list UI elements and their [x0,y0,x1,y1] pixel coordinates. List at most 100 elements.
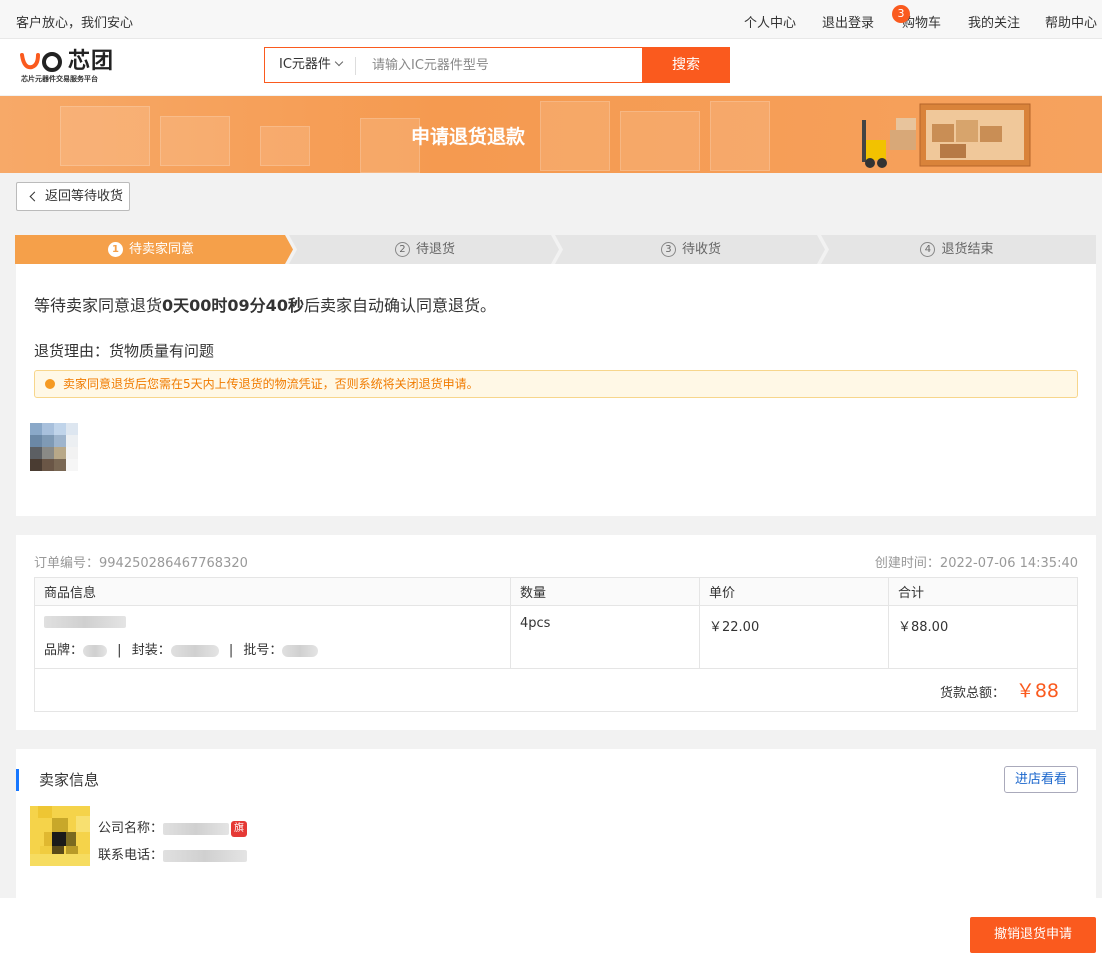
page-banner: 申请退货退款 [0,96,1102,173]
divider [355,57,356,75]
evidence-image-thumbnail[interactable] [30,423,92,473]
unit-price-cell: ￥22.00 [699,605,889,669]
step-label: 退货结束 [941,242,994,257]
header: 芯团 芯片元器件交易服务平台 IC元器件 搜索 [0,39,1102,95]
table-header-row: 商品信息 数量 单价 合计 [34,577,1078,606]
order-number: 订单编号：994250286467768320 [34,556,248,571]
chevron-down-icon [334,57,344,67]
batch-label: 批号： [243,643,283,658]
step-label: 待收货 [681,242,721,257]
pixel [54,447,66,459]
company-name-row: 公司名称： 旗 [98,817,248,837]
logo-subtitle: 芯片元器件交易服务平台 [21,75,98,83]
product-attributes: 品牌： | 封装： | 批号： [44,639,501,658]
link-my-follow[interactable]: 我的关注 [968,12,1020,31]
pixel [42,423,54,435]
countdown-prefix: 等待卖家同意退货 [34,296,163,315]
order-created-time: 创建时间：2022-07-06 14:35:40 [874,556,1078,571]
logo-text: 芯团 [68,49,115,74]
cart-count-badge: 3 [892,5,910,23]
flagship-badge: 旗 [231,820,248,837]
pixel [54,459,66,471]
step-label: 待卖家同意 [128,242,194,257]
pixel [54,423,66,435]
link-logout[interactable]: 退出登录 [822,12,874,31]
col-header-unit-price: 单价 [699,577,889,606]
pixel [66,447,78,459]
step-awaiting-return: 2 待退货 [297,235,553,264]
pixel [30,459,42,471]
pixel [42,447,54,459]
seller-avatar [30,806,90,866]
footer-bar [0,898,1102,955]
step-label: 待退货 [415,242,455,257]
countdown-suffix: 后卖家自动确认同意退货。 [303,296,496,315]
step-return-complete: 4 退货结束 [829,235,1085,264]
slogan: 客户放心，我们安心 [16,16,134,31]
product-info-cell: 品牌： | 封装： | 批号： [34,605,511,669]
link-user-center[interactable]: 个人中心 [744,12,796,31]
phone-row: 联系电话： [98,844,248,863]
package-label: 封装： [131,643,171,658]
top-bar: 客户放心，我们安心 个人中心 退出登录 购物车 3 我的关注 帮助中心 [0,0,1102,39]
order-items-table: 商品信息 数量 单价 合计 品牌： | 封装： | 批号： 4pcs ￥22.0… [34,577,1078,669]
lightbulb-icon [45,379,55,389]
pixel [42,459,54,471]
table-row: 品牌： | 封装： | 批号： 4pcs ￥22.00 ￥88.00 [34,605,1078,669]
search-button[interactable]: 搜索 [642,47,730,83]
step-number: 1 [107,242,123,257]
notice-banner: 卖家同意退货后您需在5天内上传退货的物流凭证，否则系统将关闭退货申请。 [34,370,1078,398]
pixel [66,459,78,471]
site-logo[interactable]: 芯团 芯片元器件交易服务平台 [20,51,115,83]
redacted-company-name [163,822,230,835]
col-header-subtotal: 合计 [888,577,1078,606]
pixel [66,435,78,447]
brand-label: 品牌： [44,643,84,658]
pixel [30,423,42,435]
back-button-label: 返回等待收货 [45,189,124,204]
cancel-return-request-button[interactable]: 撤销退货申请 [970,917,1096,953]
company-label: 公司名称： [98,821,164,836]
chevron-left-icon [29,191,40,202]
pixel [30,435,42,447]
logo-mark-icon [20,52,62,72]
total-label: 货款总额： [939,686,1005,701]
shipping-container-icon [862,103,1031,168]
return-reason: 退货理由：货物质量有问题 [34,342,215,360]
notice-text: 卖家同意退货后您需在5天内上传退货的物流凭证，否则系统将关闭退货申请。 [63,377,479,391]
back-to-awaiting-receipt-button[interactable]: 返回等待收货 [16,182,130,211]
col-header-quantity: 数量 [510,577,700,606]
seller-info-card: 卖家信息 进店看看 公司名称： 旗 联系电话： [16,749,1096,899]
separator: | [117,643,122,658]
search-category-label: IC元器件 [279,57,331,72]
back-bar: 返回等待收货 [0,173,1102,218]
countdown-text: 等待卖家同意退货0天00时09分40秒后卖家自动确认同意退货。 [34,292,496,316]
section-title: 卖家信息 [16,769,99,791]
quantity-cell: 4pcs [510,605,700,669]
order-info-card: 订单编号：994250286467768320 创建时间：2022-07-06 … [16,535,1096,730]
pixel [30,447,42,459]
search-bar: IC元器件 搜索 [264,47,730,83]
subtotal-cell: ￥88.00 [888,605,1078,669]
redacted-phone [163,849,248,862]
redacted-batch [282,644,319,657]
return-status-card: 等待卖家同意退货0天00时09分40秒后卖家自动确认同意退货。 退货理由：货物质… [16,264,1096,516]
search-input[interactable] [360,48,640,82]
link-help-center[interactable]: 帮助中心 [1045,12,1097,31]
order-total-row: 货款总额： ￥88 [34,665,1078,712]
step-awaiting-receipt: 3 待收货 [563,235,819,264]
product-name-line [44,614,501,629]
total-amount: ￥88 [1015,680,1059,702]
progress-steps: 1 待卖家同意 2 待退货 3 待收货 4 退货结束 [15,235,1096,264]
visit-shop-button[interactable]: 进店看看 [1004,766,1078,793]
separator: | [228,643,234,658]
step-number: 2 [394,242,410,257]
pixel [42,435,54,447]
search-category-select[interactable]: IC元器件 [265,48,355,82]
step-number: 4 [920,242,936,257]
step-awaiting-seller: 1 待卖家同意 [15,235,287,264]
col-header-product: 商品信息 [34,577,511,606]
redacted-product-name [44,615,126,628]
countdown-timer: 0天00时09分40秒 [162,296,304,315]
pixel [54,435,66,447]
